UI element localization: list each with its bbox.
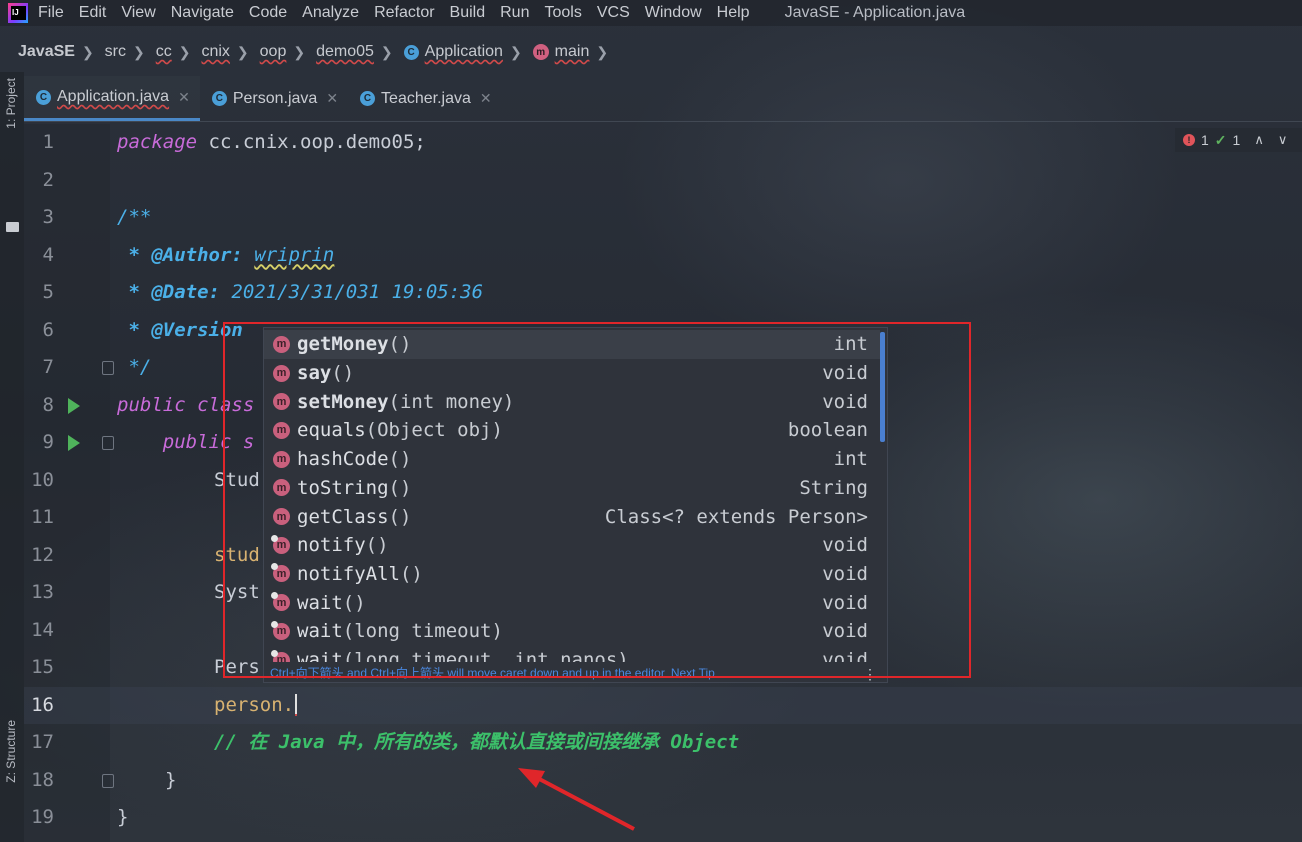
fold-icon[interactable]	[102, 361, 114, 375]
fold-icon[interactable]	[102, 436, 114, 450]
chevron-right-icon: ❯	[293, 43, 306, 60]
menu-bar: File Edit View Navigate Code Analyze Ref…	[0, 0, 1302, 26]
chevron-right-icon: ❯	[509, 43, 522, 60]
line-number: 6	[42, 318, 54, 341]
close-icon[interactable]: ✕	[178, 89, 190, 106]
current-code-line: 16 person.	[24, 686, 1302, 724]
line-number: 4	[42, 243, 54, 266]
line-number: 2	[42, 168, 54, 191]
line-number: 10	[31, 468, 54, 491]
structure-tool-window-button[interactable]: Z: Structure	[4, 720, 20, 783]
line-number: 14	[31, 618, 54, 641]
chevron-right-icon: ❯	[178, 43, 191, 60]
tab-label: Person.java	[232, 89, 318, 107]
line-number: 12	[31, 543, 54, 566]
code-line: 4 * @Author: wriprin	[24, 237, 1302, 275]
method-icon: m	[532, 44, 549, 60]
breadcrumb-application[interactable]: C Application	[403, 43, 503, 61]
line-number: 19	[31, 806, 54, 828]
line-number: 5	[42, 281, 54, 303]
menu-run[interactable]: Run	[500, 4, 529, 22]
menu-view[interactable]: View	[121, 4, 155, 22]
class-icon: C	[211, 91, 227, 106]
run-icon[interactable]	[68, 435, 80, 451]
annotation-highlight-box	[223, 322, 971, 678]
code-line: 18 }	[24, 762, 1302, 800]
code-line: 1 package cc.cnix.oop.demo05;	[24, 124, 1302, 162]
breadcrumb-src[interactable]: src	[105, 43, 126, 61]
tab-application-java[interactable]: C Application.java ✕	[24, 76, 200, 121]
line-number: 13	[31, 581, 54, 603]
code-line: 2	[24, 162, 1302, 200]
line-number: 3	[42, 206, 54, 228]
chevron-right-icon: ❯	[380, 43, 393, 60]
editor-tabs: C Application.java ✕ C Person.java ✕ C T…	[24, 76, 1302, 122]
breadcrumb-demo05[interactable]: demo05	[316, 43, 374, 61]
menu-window[interactable]: Window	[645, 4, 702, 22]
menu-tools[interactable]: Tools	[544, 4, 581, 22]
left-tool-strip: 1: Project Z: Structure	[0, 72, 24, 842]
line-number: 17	[31, 731, 54, 753]
menu-help[interactable]: Help	[717, 4, 750, 22]
tab-teacher-java[interactable]: C Teacher.java ✕	[348, 76, 502, 121]
code-line: 3 /**	[24, 199, 1302, 237]
chevron-right-icon: ❯	[596, 43, 609, 60]
chevron-right-icon: ❯	[236, 43, 249, 60]
tab-person-java[interactable]: C Person.java ✕	[200, 76, 348, 121]
line-number: 18	[31, 768, 54, 791]
project-tool-window-button[interactable]: 1: Project	[4, 78, 20, 129]
breadcrumb-oop[interactable]: oop	[260, 43, 287, 61]
breadcrumb-cc[interactable]: cc	[156, 43, 172, 61]
line-number: 7	[42, 356, 54, 378]
line-number: 11	[31, 506, 54, 528]
text-caret	[295, 694, 298, 716]
fold-icon[interactable]	[102, 773, 114, 788]
line-number: 1	[42, 131, 54, 153]
tab-label: Teacher.java	[381, 89, 471, 107]
breadcrumb-main[interactable]: m main	[532, 43, 589, 61]
code-line: 5 * @Date: 2021/3/31/031 19:05:36	[24, 274, 1302, 312]
menu-refactor[interactable]: Refactor	[374, 4, 434, 22]
intellij-logo-icon	[8, 3, 28, 23]
line-number: 16	[31, 693, 54, 716]
close-icon[interactable]: ✕	[480, 90, 492, 107]
line-number: 8	[42, 393, 54, 416]
close-icon[interactable]: ✕	[326, 90, 338, 107]
folder-icon	[6, 222, 19, 232]
menu-analyze[interactable]: Analyze	[302, 4, 359, 22]
menu-code[interactable]: Code	[249, 4, 287, 22]
breadcrumb-cnix[interactable]: cnix	[201, 43, 229, 61]
chevron-right-icon: ❯	[133, 43, 145, 60]
menu-file[interactable]: File	[38, 4, 64, 22]
class-icon: C	[360, 91, 376, 106]
code-line: 17 // 在 Java 中，所有的类，都默认直接或间接继承 Object	[24, 724, 1302, 762]
class-icon: C	[36, 89, 51, 105]
code-line: 19 }	[24, 799, 1302, 837]
menu-build[interactable]: Build	[450, 4, 486, 22]
line-number: 9	[42, 431, 54, 453]
class-icon: C	[403, 44, 419, 60]
chevron-right-icon: ❯	[81, 43, 94, 60]
menu-edit[interactable]: Edit	[79, 4, 107, 22]
menu-vcs[interactable]: VCS	[597, 4, 630, 22]
tab-label: Application.java	[57, 88, 170, 105]
run-icon[interactable]	[68, 397, 80, 414]
menu-navigate[interactable]: Navigate	[171, 4, 234, 22]
breadcrumb-project[interactable]: JavaSE	[18, 43, 75, 61]
window-title: JavaSE - Application.java	[784, 4, 966, 21]
line-number: 15	[31, 656, 54, 678]
breadcrumb: JavaSE ❯ src ❯ cc ❯ cnix ❯ oop ❯ demo05 …	[0, 38, 1302, 66]
